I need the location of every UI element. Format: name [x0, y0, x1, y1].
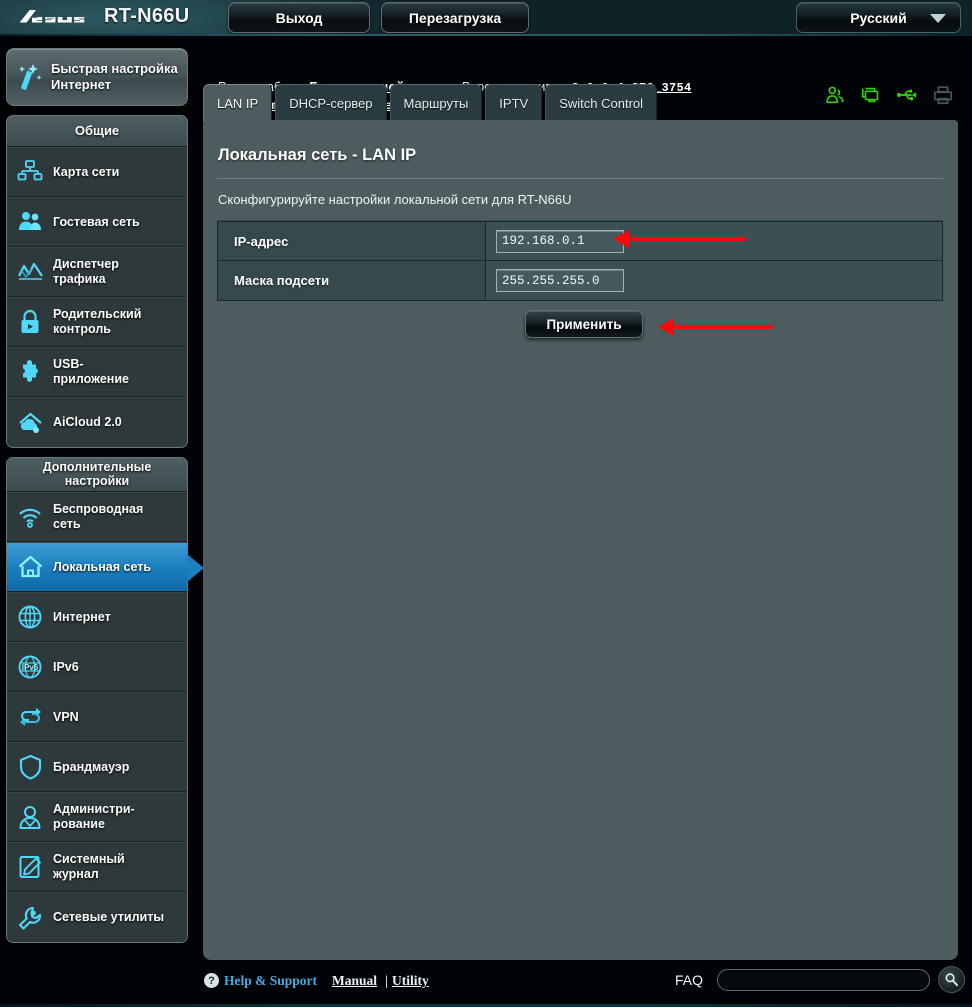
tab-switch-control[interactable]: Switch Control [545, 84, 657, 122]
left-sidebar: Быстрая настройка Интернет Общие Карта с… [6, 48, 188, 943]
quick-setup-label: Быстрая настройка Интернет [51, 61, 178, 93]
ip-address-label: IP-адрес [218, 222, 486, 260]
tab-lan-ip[interactable]: LAN IP [203, 84, 272, 122]
subnet-mask-label: Маска подсети [218, 261, 486, 300]
home-lan-icon [7, 554, 53, 580]
sidebar-item-label: IPv6 [53, 660, 85, 675]
sidebar-item-firewall[interactable]: Брандмауэр [7, 742, 187, 792]
page-title: Локальная сеть - LAN IP [218, 146, 416, 165]
main-content-panel: Локальная сеть - LAN IP Сконфигурируйте … [203, 120, 958, 960]
sidebar-item-parental-control[interactable]: Родительскийконтроль [7, 297, 187, 347]
logout-button[interactable]: Выход [228, 2, 370, 33]
sidebar-item-label: Сетевые утилиты [53, 910, 170, 925]
traffic-chart-icon [7, 259, 53, 285]
sidebar-item-label: Интернет [53, 610, 117, 625]
tab-routes[interactable]: Маршруты [390, 84, 483, 122]
footer-separator: | [385, 973, 388, 989]
apply-button[interactable]: Применить [525, 310, 643, 338]
chevron-down-icon [930, 14, 946, 23]
router-model-name: RT-N66U [104, 5, 189, 28]
page-description: Сконфигурируйте настройки локальной сети… [218, 192, 572, 207]
magic-wand-icon [7, 62, 51, 92]
usb-puzzle-icon [7, 359, 53, 385]
annotation-arrow-ip-address [628, 237, 746, 241]
guest-users-icon [7, 209, 53, 235]
sidebar-item-label: Гостевая сеть [53, 215, 146, 230]
sidebar-item-label: Локальная сеть [53, 560, 157, 575]
sidebar-item-network-tools[interactable]: Сетевые утилиты [7, 892, 187, 942]
sidebar-item-vpn[interactable]: VPN [7, 692, 187, 742]
reboot-button[interactable]: Перезагрузка [381, 2, 529, 33]
help-question-icon: ? [204, 973, 219, 988]
subnet-mask-input[interactable] [496, 269, 624, 292]
sidebar-item-usb-application[interactable]: USB-приложение [7, 347, 187, 397]
sidebar-item-ipv6[interactable]: IPv6 IPv6 [7, 642, 187, 692]
utility-link[interactable]: Utility [392, 973, 429, 989]
faq-label: FAQ [675, 972, 703, 988]
sidebar-item-network-map[interactable]: Карта сети [7, 147, 187, 197]
tab-iptv[interactable]: IPTV [485, 84, 542, 122]
faq-search-button[interactable] [938, 966, 965, 993]
tab-dhcp-server[interactable]: DHCP-сервер [275, 84, 386, 122]
sidebar-item-label: Родительскийконтроль [53, 307, 147, 337]
language-selector-label: Русский [850, 10, 907, 26]
sidebar-item-lan[interactable]: Локальная сеть [7, 542, 187, 592]
sidebar-item-label: Диспетчертрафика [53, 257, 125, 287]
admin-user-icon [7, 804, 53, 830]
sidebar-item-label: AiCloud 2.0 [53, 415, 128, 430]
vpn-arrows-icon [7, 705, 53, 729]
language-selector[interactable]: Русский [796, 2, 961, 33]
top-header-bar: RT-N66U Выход Перезагрузка Русский [0, 0, 972, 36]
help-support-label: Help & Support [224, 973, 317, 989]
sidebar-item-label: Системныйжурнал [53, 852, 131, 882]
annotation-arrow-apply-button [673, 325, 773, 329]
sidebar-item-label: VPN [53, 710, 85, 725]
ip-address-input[interactable] [496, 230, 624, 253]
ip-address-value-cell [486, 222, 942, 260]
syslog-pencil-icon [7, 854, 53, 880]
sidebar-item-label: Карта сети [53, 165, 125, 180]
sidebar-item-administration[interactable]: Администри-рование [7, 792, 187, 842]
sidebar-item-aicloud[interactable]: AiCloud 2.0 [7, 397, 187, 447]
sidebar-item-system-log[interactable]: Системныйжурнал [7, 842, 187, 892]
magnifier-icon [944, 972, 959, 987]
lan-settings-table: IP-адрес Маска подсети [217, 221, 943, 301]
content-tab-bar: LAN IP DHCP-сервер Маршруты IPTV Switch … [203, 82, 958, 122]
aicloud-icon [7, 410, 53, 436]
sidebar-group-advanced: Дополнительныенастройки Беспроводнаясеть [6, 457, 188, 943]
sidebar-item-label: USB-приложение [53, 357, 135, 387]
sidebar-group-general: Общие Карта сети [6, 115, 188, 448]
asus-logo [18, 7, 96, 27]
subnet-mask-value-cell [486, 261, 942, 300]
manual-link[interactable]: Manual [332, 973, 377, 989]
table-row: IP-адрес [218, 222, 942, 261]
parental-lock-icon [7, 309, 53, 335]
sidebar-item-wireless[interactable]: Беспроводнаясеть [7, 492, 187, 542]
table-row: Маска подсети [218, 261, 942, 300]
title-divider [217, 178, 943, 179]
svg-text:IPv6: IPv6 [22, 663, 39, 672]
ipv6-globe-icon: IPv6 [7, 654, 53, 680]
faq-search-input[interactable] [717, 969, 930, 991]
sidebar-item-wan[interactable]: Интернет [7, 592, 187, 642]
network-map-icon [7, 159, 53, 185]
sidebar-item-guest-network[interactable]: Гостевая сеть [7, 197, 187, 247]
shield-icon [7, 754, 53, 780]
globe-icon [7, 604, 53, 630]
wifi-icon [7, 505, 53, 529]
sidebar-item-label: Администри-рование [53, 802, 141, 832]
wrench-icon [7, 905, 53, 931]
router-admin-page: RT-N66U Выход Перезагрузка Русский Режим… [0, 0, 972, 1007]
sidebar-item-label: Брандмауэр [53, 760, 135, 775]
sidebar-group-general-title: Общие [7, 116, 187, 147]
sidebar-group-advanced-title: Дополнительныенастройки [7, 458, 187, 492]
quick-internet-setup-button[interactable]: Быстрая настройка Интернет [6, 48, 188, 106]
sidebar-item-traffic-manager[interactable]: Диспетчертрафика [7, 247, 187, 297]
sidebar-item-label: Беспроводнаясеть [53, 502, 149, 532]
